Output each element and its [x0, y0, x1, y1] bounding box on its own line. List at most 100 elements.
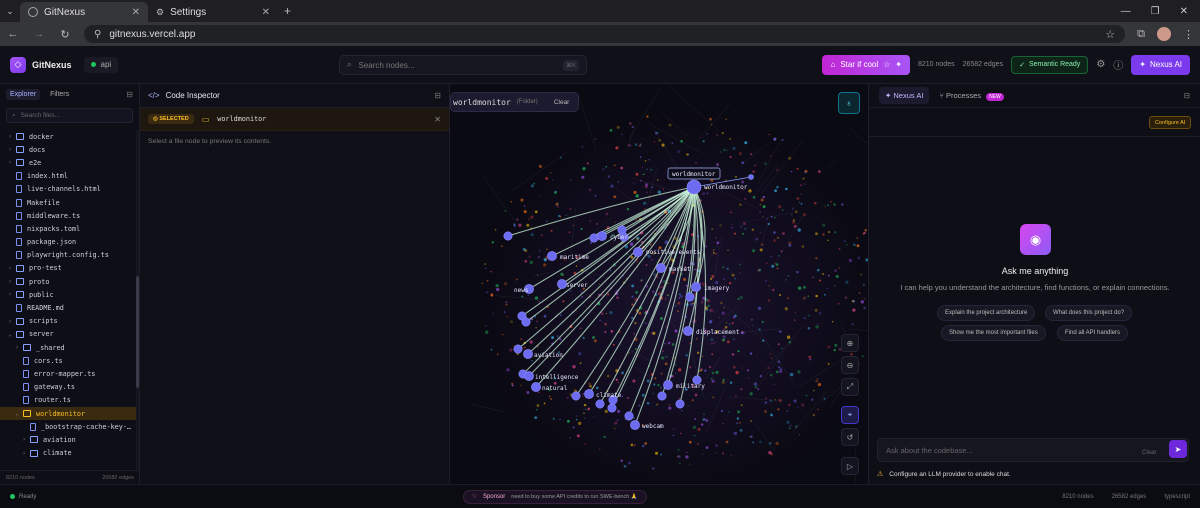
reset-layout-icon[interactable]: ↺ — [841, 428, 859, 446]
graph-node[interactable] — [524, 371, 534, 381]
minimize-icon[interactable]: — — [1121, 6, 1131, 17]
suggestion-chip[interactable]: Explain the project architecture — [937, 305, 1036, 321]
graph-node[interactable] — [748, 174, 754, 180]
collapse-panel-icon[interactable]: ⊟ — [434, 91, 441, 100]
graph-node[interactable] — [607, 403, 617, 413]
collapse-panel-icon[interactable]: ⊟ — [126, 90, 133, 99]
tree-file[interactable]: live-channels.html — [0, 183, 136, 196]
graph-node[interactable] — [531, 382, 541, 392]
graph-node[interactable] — [547, 251, 557, 261]
tree-file[interactable]: gateway.ts — [0, 381, 136, 394]
tree-folder[interactable]: › pro-test — [0, 262, 136, 275]
tree-folder[interactable]: ⌄ worldmonitor — [0, 406, 136, 421]
new-tab-button[interactable]: + — [278, 4, 297, 18]
tab-processes[interactable]: ⑂ Processes NEW — [939, 91, 1004, 101]
forward-icon[interactable]: → — [32, 28, 46, 40]
tab-explorer[interactable]: Explorer — [6, 88, 41, 100]
tree-folder[interactable]: › docs — [0, 143, 136, 156]
fit-view-icon[interactable]: ⤢ — [841, 378, 859, 396]
profile-avatar[interactable] — [1157, 27, 1171, 41]
tree-folder[interactable]: ⌄ server — [0, 328, 136, 341]
graph-node[interactable] — [523, 349, 533, 359]
bookmark-star-icon[interactable]: ☆ — [1105, 28, 1115, 41]
url-field[interactable]: ⚲ gitnexus.vercel.app ☆ — [84, 25, 1126, 43]
graph-node[interactable] — [571, 391, 581, 401]
tree-file[interactable]: README.md — [0, 301, 136, 314]
lightbulb-icon[interactable]: ♁ — [838, 92, 860, 114]
reload-icon[interactable]: ↻ — [58, 28, 72, 41]
tree-folder[interactable]: › climate — [0, 447, 136, 460]
close-window-icon[interactable]: ✕ — [1180, 6, 1188, 17]
file-search-input[interactable]: ⌕ Search files... — [6, 108, 133, 123]
collapse-panel-icon[interactable]: ⊟ — [1184, 91, 1190, 100]
star-repo-button[interactable]: ⌂ Star if cool ☆ ✦ — [822, 54, 910, 75]
repo-selector[interactable]: api — [83, 56, 119, 73]
zoom-in-icon[interactable]: ⊕ — [841, 334, 859, 352]
graph-node[interactable] — [595, 399, 605, 409]
node-search-input[interactable]: ⌕ Search nodes... ⌘K — [339, 55, 587, 75]
settings-gear-icon[interactable]: ⚙ — [1096, 59, 1105, 70]
back-icon[interactable]: ← — [6, 28, 20, 40]
clear-selection-icon[interactable]: ✕ — [434, 115, 441, 124]
chat-clear-button[interactable]: Clear — [1142, 450, 1156, 456]
crumb-clear-button[interactable]: Clear — [554, 99, 570, 106]
graph-node[interactable] — [663, 380, 673, 390]
tree-file[interactable]: router.ts — [0, 394, 136, 407]
tree-file[interactable]: Makefile — [0, 196, 136, 209]
tree-file[interactable]: _bootstrap-cache-key-… — [0, 420, 136, 433]
tree-file[interactable]: middleware.ts — [0, 209, 136, 222]
tree-file[interactable]: index.html — [0, 170, 136, 183]
close-tab-icon[interactable]: ✕ — [132, 7, 140, 18]
graph-svg[interactable]: cyber maritime positive-events market news se… — [450, 84, 868, 484]
tree-folder[interactable]: › e2e — [0, 156, 136, 169]
graph-node[interactable] — [675, 399, 685, 409]
sponsor-banner[interactable]: ♡ Sponsor need to buy some API credits t… — [463, 490, 647, 504]
graph-node[interactable] — [513, 344, 523, 354]
tree-file[interactable]: package.json — [0, 236, 136, 249]
tree-file[interactable]: nixpacks.toml — [0, 222, 136, 235]
suggestion-chip[interactable]: Show me the most important files — [941, 325, 1046, 341]
graph-node[interactable] — [691, 282, 701, 292]
graph-center-node[interactable] — [686, 179, 702, 195]
help-icon[interactable]: ⓘ — [1113, 57, 1123, 72]
graph-node[interactable] — [597, 231, 607, 241]
tab-search-icon[interactable]: ⌄ — [0, 0, 20, 22]
graph-node[interactable] — [657, 391, 667, 401]
graph-node[interactable] — [685, 292, 695, 302]
tree-folder[interactable]: › _shared — [0, 341, 136, 354]
tree-file[interactable]: cors.ts — [0, 354, 136, 367]
tree-folder[interactable]: › public — [0, 288, 136, 301]
tree-file[interactable]: playwright.config.ts — [0, 249, 136, 262]
tree-folder[interactable]: › proto — [0, 275, 136, 288]
graph-node[interactable] — [633, 247, 643, 257]
site-settings-icon[interactable]: ⚲ — [94, 29, 101, 40]
focus-selection-icon[interactable]: ⌖ — [841, 406, 859, 424]
graph-node[interactable] — [521, 317, 531, 327]
tree-folder[interactable]: › docker — [0, 130, 136, 143]
graph-node[interactable] — [630, 420, 640, 430]
graph-node[interactable] — [584, 389, 594, 399]
graph-node[interactable] — [656, 263, 666, 273]
maximize-icon[interactable]: ❐ — [1151, 6, 1160, 17]
tree-scrollbar-thumb[interactable] — [136, 276, 139, 388]
play-layout-icon[interactable]: ▷ — [841, 457, 859, 475]
configure-ai-button[interactable]: Configure AI — [1149, 116, 1192, 129]
browser-menu-icon[interactable]: ⋮ — [1183, 28, 1194, 41]
close-tab-icon[interactable]: ✕ — [262, 7, 270, 18]
tab-nexus-ai[interactable]: ✦ Nexus AI — [879, 87, 930, 104]
tab-settings[interactable]: ⚙ Settings ✕ — [148, 2, 278, 22]
suggestion-chip[interactable]: Find all API handlers — [1057, 325, 1129, 341]
zoom-out-icon[interactable]: ⊖ — [841, 356, 859, 374]
tab-gitnexus[interactable]: GitNexus ✕ — [20, 2, 148, 22]
tree-file[interactable]: error-mapper.ts — [0, 367, 136, 380]
graph-node[interactable] — [683, 326, 693, 336]
send-icon[interactable]: ➤ — [1169, 440, 1187, 458]
graph-canvas[interactable]: cyber maritime positive-events market news se… — [450, 84, 868, 484]
graph-node[interactable] — [589, 233, 599, 243]
suggestion-chip[interactable]: What does this project do? — [1045, 305, 1133, 321]
tree-folder[interactable]: › scripts — [0, 315, 136, 328]
graph-node[interactable] — [624, 411, 634, 421]
graph-node[interactable] — [503, 231, 513, 241]
tab-filters[interactable]: Filters — [46, 89, 73, 100]
tree-folder[interactable]: › aviation — [0, 433, 136, 446]
